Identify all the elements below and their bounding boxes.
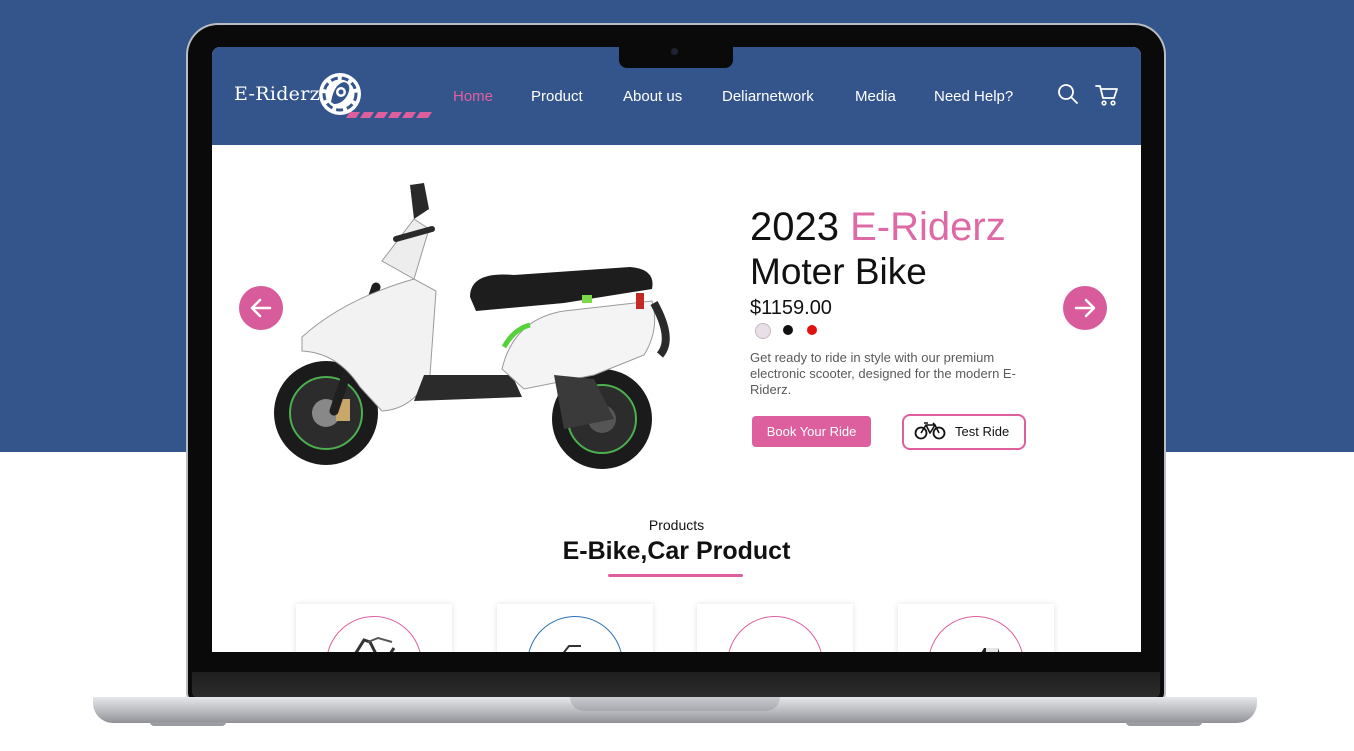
nav-home[interactable]: Home — [453, 88, 493, 105]
nav-about-us[interactable]: About us — [623, 88, 682, 105]
color-swatch-light[interactable] — [755, 323, 771, 339]
prev-slide-button[interactable] — [239, 286, 283, 330]
product-price: $1159.00 — [750, 297, 832, 319]
laptop-foot — [1126, 722, 1202, 726]
test-ride-button[interactable]: Test Ride — [902, 414, 1026, 450]
search-icon[interactable] — [1057, 83, 1079, 105]
laptop-notch — [619, 46, 733, 68]
motorbike-thumb-icon — [981, 648, 1000, 652]
website-screen: E-Riderz Home Product About us Deliarnet… — [212, 47, 1141, 652]
product-card-car[interactable] — [697, 604, 853, 652]
nav-need-help[interactable]: Need Help? — [934, 88, 1013, 105]
hero-title-year: 2023 — [750, 205, 839, 249]
hero-subtitle: Moter Bike — [750, 251, 927, 292]
bicycle-icon — [914, 422, 946, 440]
arrow-left-icon — [250, 298, 272, 318]
laptop-bottom-bezel — [190, 652, 1162, 672]
laptop-groove — [570, 697, 780, 711]
camera-icon — [671, 48, 678, 55]
laptop-foot — [150, 722, 226, 726]
book-your-ride-button[interactable]: Book Your Ride — [752, 416, 871, 447]
logo-text[interactable]: E-Riderz — [234, 83, 320, 105]
nav-product[interactable]: Product — [531, 88, 583, 105]
test-ride-label: Test Ride — [955, 424, 1010, 439]
section-title: E-Bike,Car Product — [562, 537, 791, 565]
section-eyebrow: Products — [648, 517, 705, 533]
color-swatch-red[interactable] — [807, 325, 817, 335]
product-card-motorbike[interactable] — [898, 604, 1054, 652]
wheel-logo-icon[interactable] — [316, 72, 436, 122]
nav-media[interactable]: Media — [855, 88, 896, 105]
hero-title: 2023 E-Riderz — [750, 204, 1006, 250]
hero-title-brand: E-Riderz — [850, 205, 1006, 249]
product-card-bicycle[interactable] — [497, 604, 653, 652]
color-swatch-black[interactable] — [783, 325, 793, 335]
product-card-scooter[interactable] — [296, 604, 452, 652]
arrow-right-icon — [1074, 298, 1096, 318]
product-description: Get ready to ride in style with our prem… — [750, 350, 1016, 397]
cart-icon[interactable] — [1095, 83, 1119, 107]
laptop-hinge — [192, 672, 1160, 698]
scooter-image — [274, 183, 670, 469]
section-underline — [608, 574, 743, 577]
scooter-thumb-icon — [354, 636, 396, 652]
car-thumb-icon — [747, 632, 803, 652]
nav-deliarnetwork[interactable]: Deliarnetwork — [722, 88, 814, 105]
bicycle-thumb-icon — [562, 645, 581, 652]
next-slide-button[interactable] — [1063, 286, 1107, 330]
